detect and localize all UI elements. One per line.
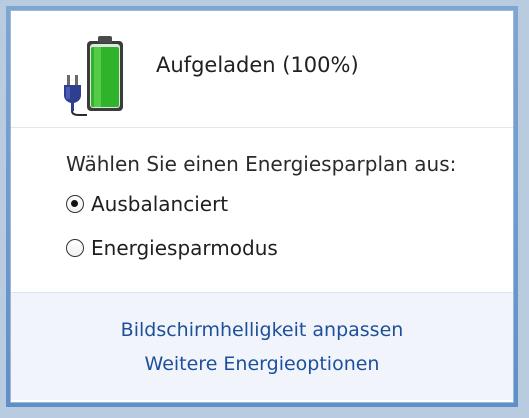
battery-status-section: Aufgeladen (100%) [11,11,513,128]
power-panel: Aufgeladen (100%) Wählen Sie einen Energ… [10,10,514,403]
battery-status-text: Aufgeladen (100%) [156,53,359,77]
plan-option-balanced[interactable]: Ausbalanciert [66,192,228,216]
plan-option-label: Ausbalanciert [91,192,229,216]
more-power-options-link[interactable]: Weitere Energieoptionen [11,353,513,375]
radio-balanced[interactable] [66,195,84,213]
adjust-brightness-link[interactable]: Bildschirmhelligkeit anpassen [11,319,513,341]
power-flyout: Aufgeladen (100%) Wählen Sie einen Energ… [6,6,518,407]
plan-option-label: Energiesparmodus [91,236,278,260]
power-plan-section: Wählen Sie einen Energiesparplan aus: Au… [11,128,513,291]
plan-option-power-saver[interactable]: Energiesparmodus [66,236,278,260]
radio-power-saver[interactable] [66,239,84,257]
battery-plugged-icon [64,36,123,116]
power-plan-prompt: Wählen Sie einen Energiesparplan aus: [66,152,457,176]
power-links-section: Bildschirmhelligkeit anpassen Weitere En… [11,292,513,400]
